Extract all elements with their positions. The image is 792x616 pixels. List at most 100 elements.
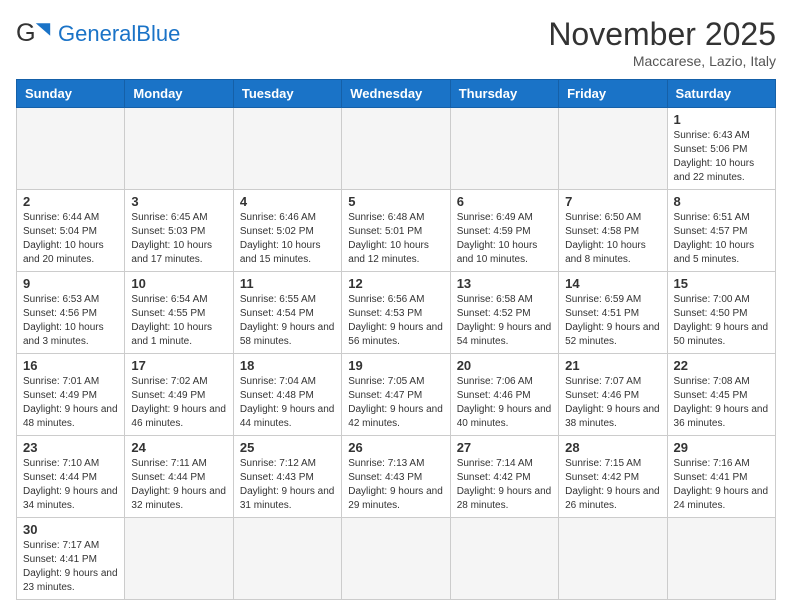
day-info: Sunrise: 7:10 AM Sunset: 4:44 PM Dayligh…	[23, 457, 118, 513]
day-number: 17	[131, 358, 226, 373]
svg-text:G: G	[16, 19, 36, 47]
calendar-cell: 24 Sunrise: 7:11 AM Sunset: 4:44 PM Dayli…	[125, 436, 233, 518]
day-info: Sunrise: 7:12 AM Sunset: 4:43 PM Dayligh…	[240, 457, 335, 513]
logo-text: GeneralBlue	[58, 23, 180, 45]
day-info: Sunrise: 7:17 AM Sunset: 4:41 PM Dayligh…	[23, 539, 118, 595]
day-number: 15	[674, 276, 769, 291]
calendar-cell	[233, 518, 341, 600]
day-info: Sunrise: 6:44 AM Sunset: 5:04 PM Dayligh…	[23, 211, 118, 267]
column-header-wednesday: Wednesday	[342, 80, 450, 108]
calendar-cell	[667, 518, 775, 600]
calendar-header-row: SundayMondayTuesdayWednesdayThursdayFrid…	[17, 80, 776, 108]
calendar-week-6: 30 Sunrise: 7:17 AM Sunset: 4:41 PM Dayli…	[17, 518, 776, 600]
calendar-cell: 15Sunrise: 7:00 AM Sunset: 4:50 PM Dayli…	[667, 272, 775, 354]
calendar-cell: 14 Sunrise: 6:59 AM Sunset: 4:51 PM Dayli…	[559, 272, 667, 354]
day-number: 24	[131, 440, 226, 455]
day-number: 13	[457, 276, 552, 291]
calendar-week-2: 2 Sunrise: 6:44 AM Sunset: 5:04 PM Daylig…	[17, 190, 776, 272]
column-header-saturday: Saturday	[667, 80, 775, 108]
calendar-cell	[125, 518, 233, 600]
day-number: 22	[674, 358, 769, 373]
day-info: Sunrise: 7:08 AM Sunset: 4:45 PM Dayligh…	[674, 375, 769, 431]
calendar-cell: 4 Sunrise: 6:46 AM Sunset: 5:02 PM Daylig…	[233, 190, 341, 272]
calendar-cell: 5 Sunrise: 6:48 AM Sunset: 5:01 PM Daylig…	[342, 190, 450, 272]
day-number: 3	[131, 194, 226, 209]
calendar-cell: 1 Sunrise: 6:43 AM Sunset: 5:06 PM Daylig…	[667, 108, 775, 190]
calendar-cell: 17Sunrise: 7:02 AM Sunset: 4:49 PM Dayli…	[125, 354, 233, 436]
calendar-cell	[450, 518, 558, 600]
day-number: 18	[240, 358, 335, 373]
day-number: 21	[565, 358, 660, 373]
day-info: Sunrise: 6:51 AM Sunset: 4:57 PM Dayligh…	[674, 211, 769, 267]
day-info: Sunrise: 6:55 AM Sunset: 4:54 PM Dayligh…	[240, 293, 335, 349]
day-number: 7	[565, 194, 660, 209]
day-info: Sunrise: 6:45 AM Sunset: 5:03 PM Dayligh…	[131, 211, 226, 267]
calendar-cell	[450, 108, 558, 190]
column-header-friday: Friday	[559, 80, 667, 108]
column-header-monday: Monday	[125, 80, 233, 108]
calendar-cell: 10Sunrise: 6:54 AM Sunset: 4:55 PM Dayli…	[125, 272, 233, 354]
day-info: Sunrise: 7:06 AM Sunset: 4:46 PM Dayligh…	[457, 375, 552, 431]
day-info: Sunrise: 7:14 AM Sunset: 4:42 PM Dayligh…	[457, 457, 552, 513]
month-title: November 2025	[548, 16, 776, 53]
day-info: Sunrise: 6:49 AM Sunset: 4:59 PM Dayligh…	[457, 211, 552, 267]
calendar-cell: 28Sunrise: 7:15 AM Sunset: 4:42 PM Dayli…	[559, 436, 667, 518]
column-header-tuesday: Tuesday	[233, 80, 341, 108]
calendar-cell: 26 Sunrise: 7:13 AM Sunset: 4:43 PM Dayli…	[342, 436, 450, 518]
title-area: November 2025 Maccarese, Lazio, Italy	[548, 16, 776, 69]
calendar-cell: 3 Sunrise: 6:45 AM Sunset: 5:03 PM Daylig…	[125, 190, 233, 272]
day-number: 26	[348, 440, 443, 455]
calendar-cell	[17, 108, 125, 190]
day-info: Sunrise: 6:48 AM Sunset: 5:01 PM Dayligh…	[348, 211, 443, 267]
logo-icon: G	[16, 16, 52, 52]
day-number: 25	[240, 440, 335, 455]
calendar-table: SundayMondayTuesdayWednesdayThursdayFrid…	[16, 79, 776, 600]
calendar-cell: 11 Sunrise: 6:55 AM Sunset: 4:54 PM Dayli…	[233, 272, 341, 354]
calendar-cell	[233, 108, 341, 190]
day-info: Sunrise: 7:01 AM Sunset: 4:49 PM Dayligh…	[23, 375, 118, 431]
day-info: Sunrise: 7:15 AM Sunset: 4:42 PM Dayligh…	[565, 457, 660, 513]
day-number: 5	[348, 194, 443, 209]
day-info: Sunrise: 7:13 AM Sunset: 4:43 PM Dayligh…	[348, 457, 443, 513]
calendar-cell: 2 Sunrise: 6:44 AM Sunset: 5:04 PM Daylig…	[17, 190, 125, 272]
calendar-week-3: 9 Sunrise: 6:53 AM Sunset: 4:56 PM Daylig…	[17, 272, 776, 354]
calendar-cell	[342, 518, 450, 600]
day-number: 11	[240, 276, 335, 291]
day-number: 9	[23, 276, 118, 291]
page-header: G GeneralBlue November 2025 Maccarese, L…	[16, 16, 776, 69]
day-number: 16	[23, 358, 118, 373]
day-info: Sunrise: 7:07 AM Sunset: 4:46 PM Dayligh…	[565, 375, 660, 431]
day-info: Sunrise: 6:59 AM Sunset: 4:51 PM Dayligh…	[565, 293, 660, 349]
day-number: 8	[674, 194, 769, 209]
calendar-cell: 21 Sunrise: 7:07 AM Sunset: 4:46 PM Dayli…	[559, 354, 667, 436]
day-number: 12	[348, 276, 443, 291]
day-number: 4	[240, 194, 335, 209]
calendar-week-4: 16 Sunrise: 7:01 AM Sunset: 4:49 PM Dayli…	[17, 354, 776, 436]
calendar-week-1: 1 Sunrise: 6:43 AM Sunset: 5:06 PM Daylig…	[17, 108, 776, 190]
day-info: Sunrise: 7:05 AM Sunset: 4:47 PM Dayligh…	[348, 375, 443, 431]
calendar-cell: 6Sunrise: 6:49 AM Sunset: 4:59 PM Daylig…	[450, 190, 558, 272]
day-number: 1	[674, 112, 769, 127]
day-number: 14	[565, 276, 660, 291]
calendar-cell	[125, 108, 233, 190]
column-header-thursday: Thursday	[450, 80, 558, 108]
calendar-cell: 22 Sunrise: 7:08 AM Sunset: 4:45 PM Dayli…	[667, 354, 775, 436]
day-number: 23	[23, 440, 118, 455]
calendar-cell: 12Sunrise: 6:56 AM Sunset: 4:53 PM Dayli…	[342, 272, 450, 354]
calendar-cell: 16 Sunrise: 7:01 AM Sunset: 4:49 PM Dayli…	[17, 354, 125, 436]
day-number: 30	[23, 522, 118, 537]
calendar-cell: 29Sunrise: 7:16 AM Sunset: 4:41 PM Dayli…	[667, 436, 775, 518]
calendar-cell: 27Sunrise: 7:14 AM Sunset: 4:42 PM Dayli…	[450, 436, 558, 518]
day-number: 2	[23, 194, 118, 209]
calendar-cell: 7Sunrise: 6:50 AM Sunset: 4:58 PM Daylig…	[559, 190, 667, 272]
calendar-cell	[342, 108, 450, 190]
day-number: 20	[457, 358, 552, 373]
day-info: Sunrise: 6:43 AM Sunset: 5:06 PM Dayligh…	[674, 129, 769, 185]
calendar-cell: 9 Sunrise: 6:53 AM Sunset: 4:56 PM Daylig…	[17, 272, 125, 354]
location-subtitle: Maccarese, Lazio, Italy	[548, 53, 776, 69]
day-info: Sunrise: 6:53 AM Sunset: 4:56 PM Dayligh…	[23, 293, 118, 349]
day-info: Sunrise: 7:11 AM Sunset: 4:44 PM Dayligh…	[131, 457, 226, 513]
calendar-cell	[559, 518, 667, 600]
day-info: Sunrise: 7:04 AM Sunset: 4:48 PM Dayligh…	[240, 375, 335, 431]
day-info: Sunrise: 6:46 AM Sunset: 5:02 PM Dayligh…	[240, 211, 335, 267]
